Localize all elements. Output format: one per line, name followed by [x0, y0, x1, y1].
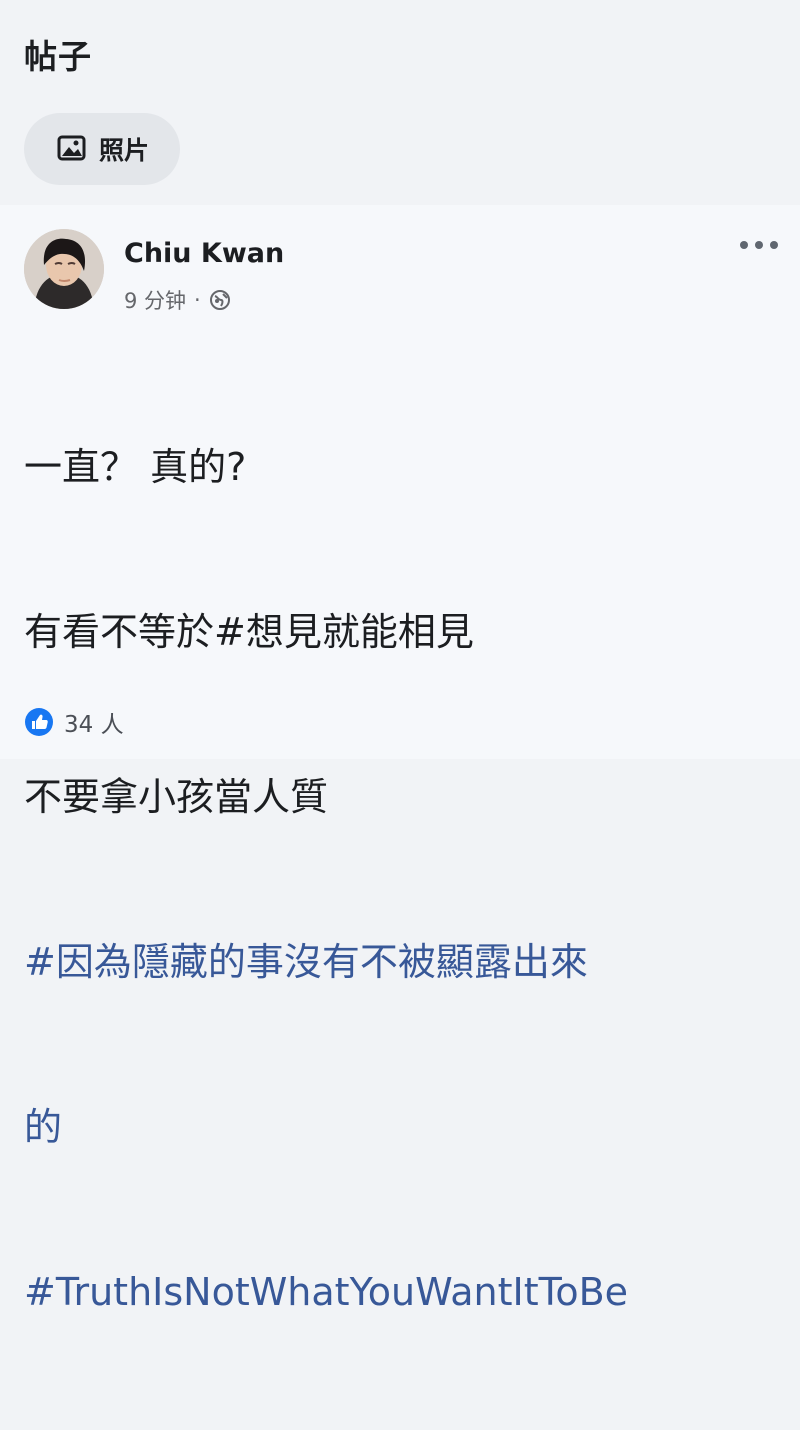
globe-icon: [209, 289, 231, 311]
like-icon: [24, 707, 54, 737]
post-text: 一直？ 真的? 有看不等於#想見就能相見 不要拿小孩當人質 #因為隱藏的事沒有不…: [24, 330, 776, 1430]
post-text-line: 不要拿小孩當人質: [24, 775, 329, 819]
more-icon-dot: [770, 241, 778, 249]
reaction-summary[interactable]: 34 人: [24, 705, 124, 739]
post-text-line: 有看不等於#想見就能相見: [24, 610, 474, 654]
hashtag-link[interactable]: #TruthIsNotWhatYouWantItToBe: [24, 1265, 776, 1320]
more-options-button[interactable]: [740, 235, 778, 255]
reaction-count: 34 人: [64, 712, 124, 738]
photo-icon: [55, 132, 89, 166]
more-icon-dot: [755, 241, 763, 249]
hashtag-link-continuation[interactable]: 的: [24, 1100, 776, 1155]
section-title: 帖子: [24, 37, 92, 76]
meta-separator: ·: [194, 288, 201, 312]
post-card: Chiu Kwan 9 分钟 · 一直？ 真的? 有看不等於#想見就能相見 不要…: [0, 205, 800, 1314]
photos-filter-button[interactable]: 照片: [24, 113, 180, 185]
post-author[interactable]: Chiu Kwan: [124, 238, 284, 269]
more-icon-dot: [740, 241, 748, 249]
post-meta: 9 分钟 ·: [124, 285, 231, 315]
avatar[interactable]: [24, 229, 104, 309]
photos-filter-label: 照片: [98, 136, 149, 165]
hashtag-link[interactable]: #因為隱藏的事沒有不被顯露出來: [24, 935, 776, 990]
post-timestamp[interactable]: 9 分钟: [124, 285, 186, 315]
post-text-line: 一直？ 真的?: [24, 445, 247, 489]
